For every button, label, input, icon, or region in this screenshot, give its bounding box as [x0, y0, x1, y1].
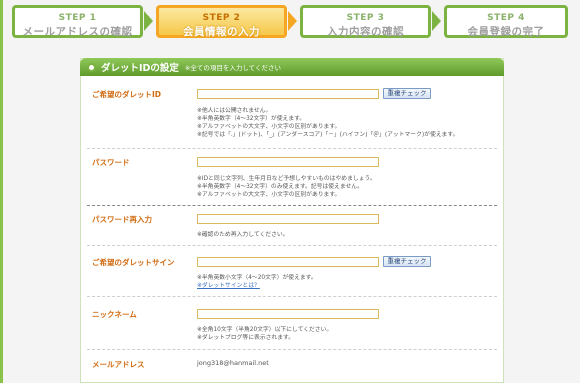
bullet-icon: [87, 62, 96, 72]
step-1-label: メールアドレスの確認: [22, 26, 133, 38]
dalet-id-duplicate-check-button[interactable]: 重複チェック: [383, 88, 431, 99]
dalet-id-input[interactable]: [197, 89, 379, 99]
note-line: ※他人には公開されません。: [197, 108, 272, 114]
step-arrow-icon: [144, 11, 153, 31]
divider: [87, 148, 497, 149]
note-line: ※半角英数字（4～32文字）が使えます。: [197, 116, 306, 122]
step-arrow-icon: [432, 11, 441, 31]
step-2-label: 会員情報の入力: [183, 26, 260, 38]
left-accent-bar: [0, 0, 3, 383]
divider: [87, 349, 497, 350]
step-3-number: STEP 3: [346, 13, 385, 23]
note-line: ※アルファベットの大文字、小文字の区別があります。: [197, 124, 341, 130]
step-1-number: STEP 1: [58, 13, 97, 23]
email-label: メールアドレス: [92, 360, 145, 369]
note-line: ※半角英数字（4～32文字）のみ使えます。記号は使えません。: [197, 184, 363, 190]
divider: [87, 205, 497, 206]
dalet-id-row: ご希望のダレットID 重複チェック ※他人には公開されません。 ※半角英数字（4…: [87, 87, 497, 147]
password-confirm-input[interactable]: [197, 214, 379, 224]
password-notes: ※IDと同じ文字列、生年月日など予想しやすいものはやめましょう。 ※半角英数字（…: [197, 175, 376, 199]
note-line: ※記号では「.」(ドット)、「_」(アンダースコア)「－」(ハイフン)「＠」(ア…: [197, 132, 459, 138]
step-3: STEP 3 入力内容の確認: [300, 5, 431, 38]
note-line: ※ダレットブログ等に表示されます。: [197, 335, 295, 341]
password-row: パスワード ※IDと同じ文字列、生年月日など予想しやすいものはやめましょう。 ※…: [87, 155, 497, 203]
step-4-label: 会員登録の完了: [467, 26, 545, 38]
password-input[interactable]: [197, 157, 379, 167]
note-line: ※全角10文字（半角20文字）以下にしてください。: [197, 327, 333, 333]
step-3-label: 入力内容の確認: [327, 26, 404, 38]
step-2: STEP 2 会員情報の入力: [156, 5, 287, 38]
dalet-id-label: ご希望のダレットID: [92, 90, 162, 99]
note-line: ※確認のため再入力してください。: [197, 232, 289, 238]
nickname-row: ニックネーム ※全角10文字（半角20文字）以下にしてください。 ※ダレットブロ…: [87, 307, 497, 347]
step-arrow-icon: [288, 11, 297, 31]
note-line: ※アルファベットの大文字、小文字の区別があります。: [197, 192, 341, 198]
divider: [87, 296, 497, 297]
panel-note: ※全ての項目を入力してください: [184, 64, 281, 72]
step-1: STEP 1 メールアドレスの確認: [12, 5, 143, 38]
nickname-notes: ※全角10文字（半角20文字）以下にしてください。 ※ダレットブログ等に表示され…: [197, 326, 332, 342]
email-row: メールアドレス jong318@hanmail.net: [87, 358, 497, 372]
step-4-number: STEP 4: [487, 13, 525, 23]
panel-header: ダレットIDの設定 ※全ての項目を入力してください: [80, 58, 504, 76]
panel-title: ダレットIDの設定: [101, 63, 179, 74]
dalet-id-settings-panel: ダレットIDの設定 ※全ての項目を入力してください ご希望のダレットID 重複チ…: [80, 58, 504, 383]
note-line: ※IDと同じ文字列、生年月日など予想しやすいものはやめましょう。: [197, 176, 376, 182]
email-value: jong318@hanmail.net: [197, 359, 269, 367]
dalet-sign-help-link[interactable]: ※ダレットサインとは？: [197, 282, 317, 290]
nickname-label: ニックネーム: [92, 310, 137, 319]
nickname-input[interactable]: [197, 309, 379, 319]
step-4: STEP 4 会員登録の完了: [444, 5, 568, 38]
dalet-sign-input[interactable]: [197, 257, 379, 267]
progress-steps: STEP 1 メールアドレスの確認 STEP 2 会員情報の入力 STEP 3 …: [12, 5, 568, 38]
password-label: パスワード: [92, 158, 130, 167]
dalet-sign-notes: ※半角英数小文字（4～20文字）が使えます。 ※ダレットサインとは？: [197, 274, 317, 290]
dalet-sign-row: ご希望のダレットサイン 重複チェック ※半角英数小文字（4～20文字）が使えます…: [87, 255, 497, 291]
divider: [87, 245, 497, 246]
note-line: ※半角英数小文字（4～20文字）が使えます。: [197, 275, 317, 281]
dalet-id-notes: ※他人には公開されません。 ※半角英数字（4～32文字）が使えます。 ※アルファ…: [197, 107, 458, 139]
dalet-sign-label: ご希望のダレットサイン: [92, 258, 175, 267]
step-2-number: STEP 2: [202, 13, 241, 23]
dalet-sign-duplicate-check-button[interactable]: 重複チェック: [383, 256, 431, 267]
password-confirm-notes: ※確認のため再入力してください。: [197, 231, 288, 239]
password-confirm-row: パスワード再入力 ※確認のため再入力してください。: [87, 212, 497, 242]
password-confirm-label: パスワード再入力: [92, 215, 152, 224]
